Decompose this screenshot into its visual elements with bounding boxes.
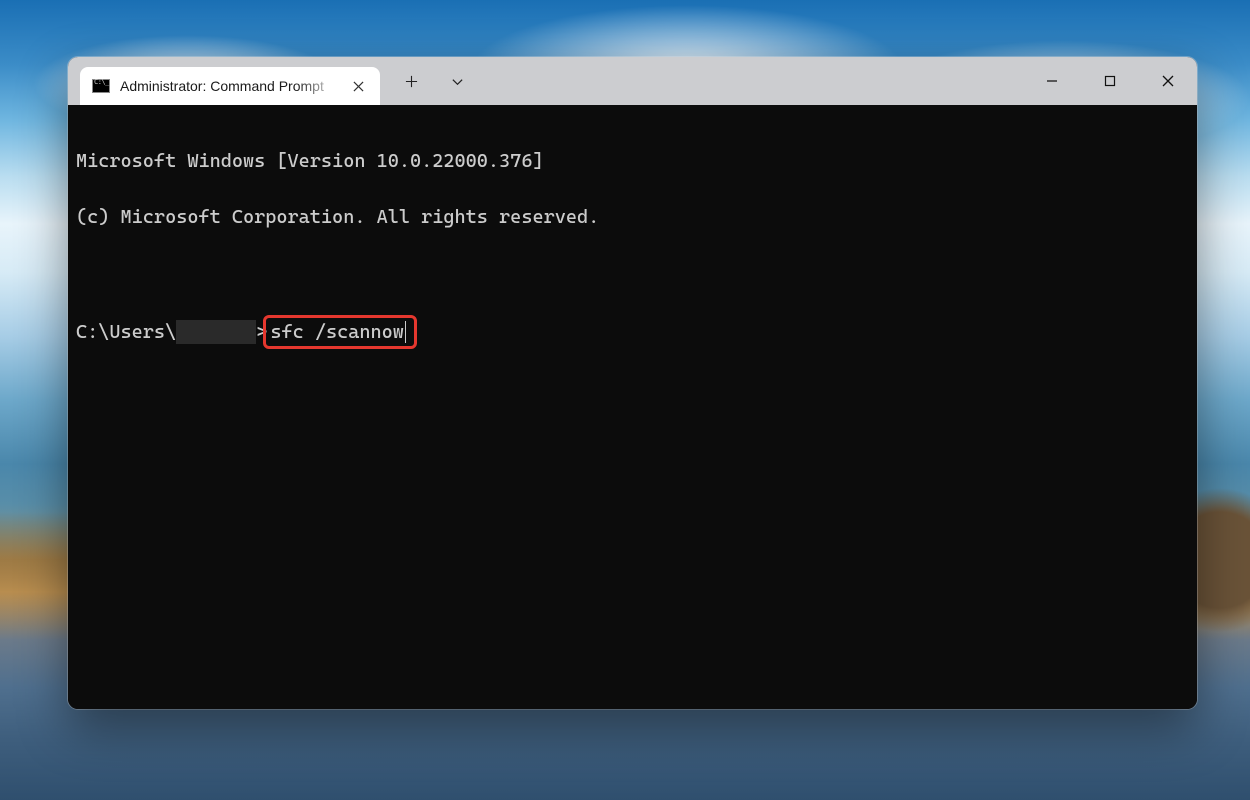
minimize-button[interactable] xyxy=(1023,57,1081,105)
maximize-icon xyxy=(1104,75,1116,87)
minimize-icon xyxy=(1046,75,1058,87)
window-controls xyxy=(1023,57,1197,105)
close-window-button[interactable] xyxy=(1139,57,1197,105)
titlebar[interactable]: Administrator: Command Prompt xyxy=(68,57,1197,105)
new-tab-button[interactable] xyxy=(388,61,434,101)
terminal-window: Administrator: Command Prompt xyxy=(68,57,1197,709)
maximize-button[interactable] xyxy=(1081,57,1139,105)
typed-command: sfc /scannow xyxy=(270,318,404,346)
terminal-line: Microsoft Windows [Version 10.0.22000.37… xyxy=(76,147,1197,175)
terminal-output[interactable]: Microsoft Windows [Version 10.0.22000.37… xyxy=(68,105,1197,709)
prompt-path: C:\Users\ xyxy=(76,318,176,346)
chevron-down-icon xyxy=(451,75,464,88)
tab-close-button[interactable] xyxy=(346,74,370,98)
redacted-username xyxy=(176,320,256,344)
terminal-line: (c) Microsoft Corporation. All rights re… xyxy=(76,203,1197,231)
tab-title: Administrator: Command Prompt xyxy=(120,78,340,94)
close-icon xyxy=(1162,75,1174,87)
close-icon xyxy=(353,81,364,92)
tab-bar: Administrator: Command Prompt xyxy=(68,57,380,105)
titlebar-drag-region[interactable] xyxy=(480,57,1023,105)
plus-icon xyxy=(405,75,418,88)
cmd-icon xyxy=(92,79,110,93)
terminal-prompt-line: C:\Users\>sfc /scannow xyxy=(76,315,1197,349)
tab-command-prompt[interactable]: Administrator: Command Prompt xyxy=(80,67,380,105)
tab-dropdown-button[interactable] xyxy=(434,61,480,101)
text-cursor xyxy=(405,321,407,343)
command-highlight-box: sfc /scannow xyxy=(263,315,417,349)
terminal-blank-line xyxy=(76,259,1197,287)
tab-actions xyxy=(388,57,480,105)
